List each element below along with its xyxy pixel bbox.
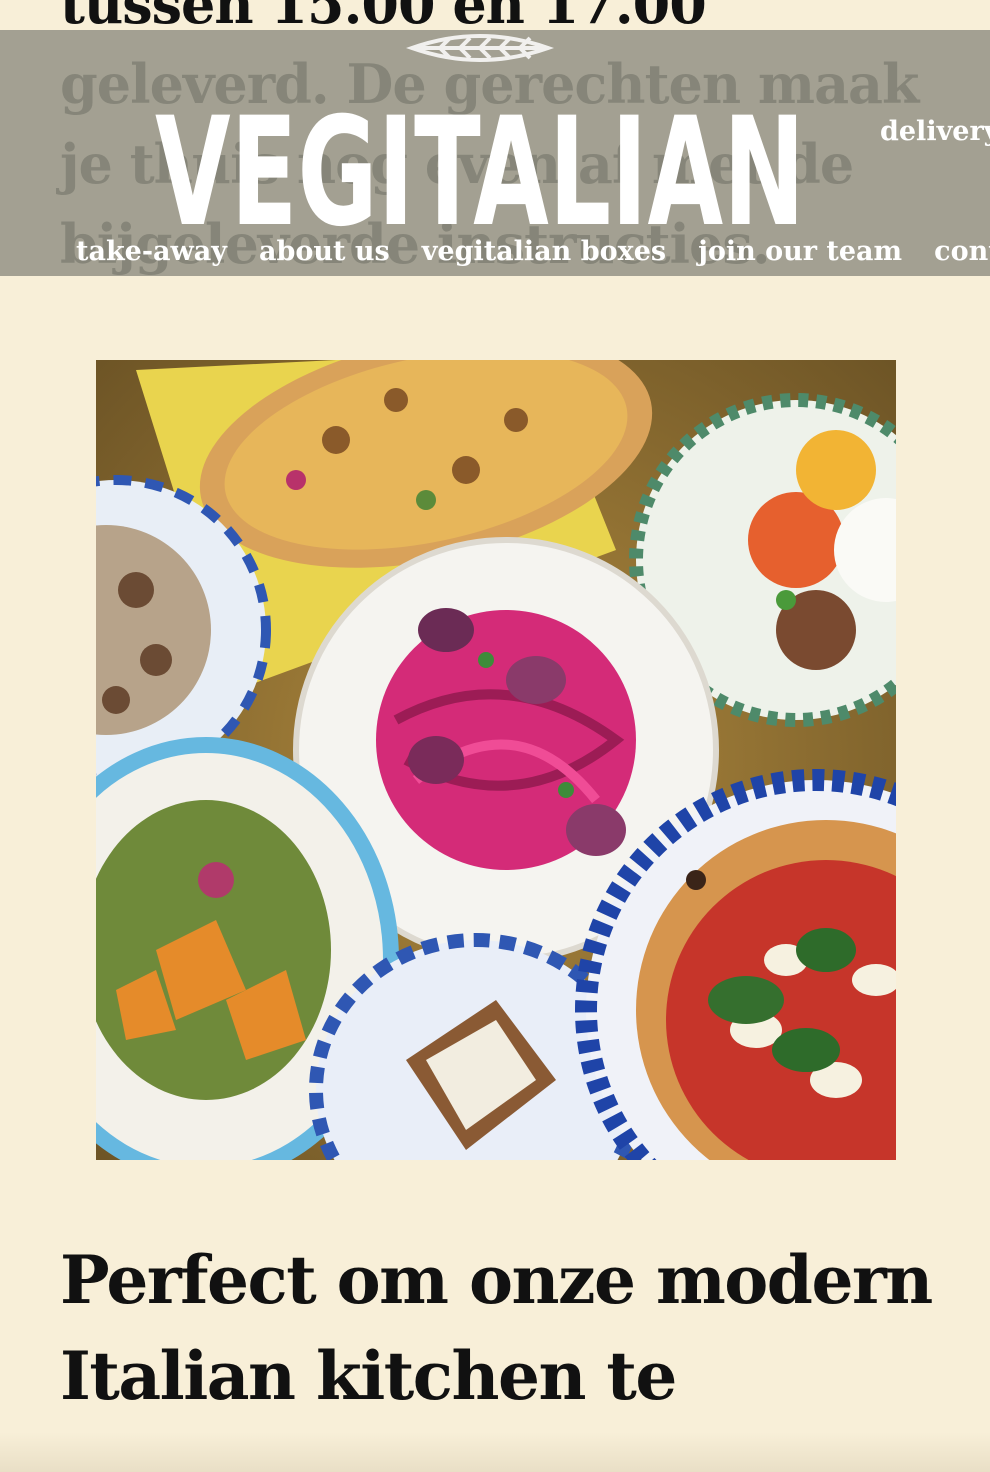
- food-illustration: [96, 360, 896, 1160]
- nav-about-us[interactable]: about us: [259, 236, 390, 267]
- site-header: VEGITALIAN delivery take-away about us v…: [0, 30, 990, 276]
- nav-vegitalian-boxes[interactable]: vegitalian boxes: [422, 236, 666, 267]
- nav-delivery[interactable]: delivery: [880, 116, 990, 147]
- nav-join-our-team[interactable]: join our team: [698, 236, 902, 267]
- bottom-edge: [0, 1432, 990, 1472]
- main-nav: take-away about us vegitalian boxes join…: [76, 236, 990, 267]
- logo-wordmark: VEGITALIAN: [155, 86, 805, 240]
- leaf-icon: [405, 34, 555, 62]
- nav-contact[interactable]: contact: [934, 236, 990, 267]
- page: tussen 15.00 en 17.00 geleverd. De gerec…: [0, 0, 990, 1472]
- vegitalian-logo[interactable]: VEGITALIAN: [150, 30, 810, 240]
- food-spread-image: [96, 360, 896, 1160]
- nav-take-away[interactable]: take-away: [76, 236, 227, 267]
